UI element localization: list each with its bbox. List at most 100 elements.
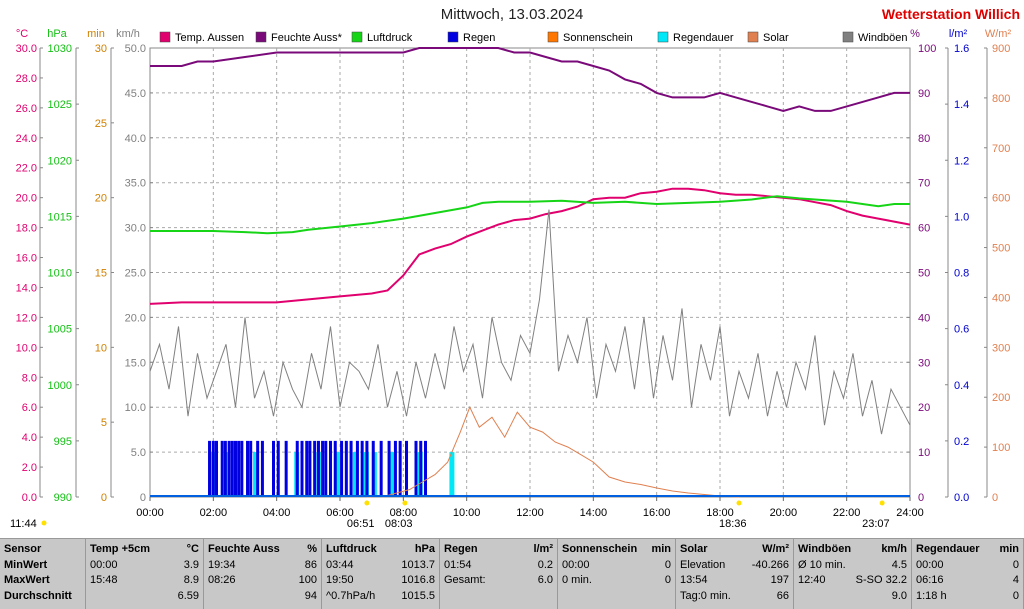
stats-column-title: Windböen <box>798 543 852 555</box>
x-axis-tick-label: 10:00 <box>453 507 481 519</box>
axis-unit-wind: km/h <box>116 28 140 40</box>
x-axis-tick-label: 24:00 <box>896 507 924 519</box>
stats-value-max: 12:40 S-SO 32.2 <box>798 573 907 589</box>
stats-value-avg: Gesamt: 6.0 <box>444 573 553 589</box>
stats-value-avg: 6.59 <box>90 589 199 605</box>
axis-tick-label-rain: 0.4 <box>954 380 969 392</box>
axis-tick-label-temp: 8.0 <box>22 372 37 384</box>
rain-bar <box>313 440 317 497</box>
stats-value-avg: Tag:0 min. 66 <box>680 589 789 605</box>
legend-label: Temp. Aussen <box>175 32 244 44</box>
stats-column-unit: °C <box>186 543 199 555</box>
sun-marker-dot <box>364 500 370 506</box>
stats-column-header: Sonnenschein min <box>562 542 671 558</box>
left-time-marker: 11:44 <box>10 518 37 530</box>
axis-tick-label-humidity: 80 <box>918 133 930 145</box>
axis-tick-label-wind: 35.0 <box>125 178 146 190</box>
axis-tick-label-minutes: 15 <box>95 268 107 280</box>
stats-avg-label: Durchschnitt <box>4 589 72 602</box>
stats-value: 6.0 <box>537 574 553 586</box>
x-axis-tick-label: 02:00 <box>200 507 228 519</box>
rain-bar <box>256 440 260 497</box>
x-axis-tick-label: 16:00 <box>643 507 671 519</box>
stats-value: 1015.5 <box>401 589 435 602</box>
axis-tick-label-temp: 30.0 <box>16 43 37 55</box>
axis-tick-label-wind: 40.0 <box>125 133 146 145</box>
axis-tick-label-pressure: 995 <box>54 436 72 448</box>
axis-tick-label-solar: 400 <box>992 292 1010 304</box>
rain-bar <box>419 440 423 497</box>
legend-label: Regen <box>463 32 495 44</box>
x-axis-tick-label: 20:00 <box>770 507 798 519</box>
axis-tick-label-rain: 1.4 <box>954 99 969 111</box>
axis-tick-label-wind: 50.0 <box>125 43 146 55</box>
legend-swatch <box>351 31 363 43</box>
axis-tick-label-solar: 800 <box>992 93 1010 105</box>
rain-bar <box>305 440 309 497</box>
stats-value-min: 00:00 0 <box>916 558 1019 574</box>
stats-column-unit: km/h <box>881 543 907 555</box>
axis-tick-label-pressure: 990 <box>54 492 72 504</box>
rain-bar <box>249 440 253 497</box>
stats-column-title: Sonnenschein <box>562 543 638 555</box>
axis-unit-minutes: min <box>87 28 105 40</box>
stats-value: 6.59 <box>177 589 199 602</box>
axis-tick-label-humidity: 10 <box>918 447 930 459</box>
stats-value-min: 00:00 3.9 <box>90 558 199 574</box>
stats-value-max: 06:16 4 <box>916 573 1019 589</box>
stats-value-label: 19:50 <box>326 574 354 586</box>
axis-unit-pressure: hPa <box>47 28 67 40</box>
rain-bar <box>398 440 402 497</box>
stats-value: 0 <box>1012 589 1019 602</box>
stats-value-max: 01:54 0.2 <box>444 558 553 574</box>
axis-tick-label-temp: 4.0 <box>22 432 37 444</box>
stats-value-avg: 0 min. 0 <box>562 573 671 589</box>
axis-tick-label-wind: 25.0 <box>125 268 146 280</box>
axis-tick-label-pressure: 1005 <box>48 324 72 336</box>
stats-value: 100 <box>298 574 317 586</box>
sun-marker-dot <box>402 500 408 506</box>
rain-bar <box>272 440 275 497</box>
axis-tick-label-humidity: 70 <box>918 178 930 190</box>
stats-value-label: 1:18 h <box>916 589 947 602</box>
legend-label: Regendauer <box>673 32 734 44</box>
rain-bar <box>387 440 391 497</box>
stats-value: 66 <box>776 589 789 602</box>
stats-value-label: 12:40 <box>798 574 826 586</box>
stats-column: Regendauer min 00:00 0 06:16 4 1:18 h 0 <box>912 539 1024 609</box>
axis-tick-label-pressure: 1030 <box>48 43 72 55</box>
stats-column: Sonnenschein min 00:00 0 0 min. 0 <box>558 539 676 609</box>
stats-value: 0.2 <box>537 558 553 571</box>
legend-swatch <box>547 31 559 43</box>
sun-marker-dot <box>879 500 885 506</box>
stats-value-avg: 1:18 h 0 <box>916 589 1019 605</box>
legend-label: Sonnenschein <box>563 32 633 44</box>
axis-tick-label-temp: 22.0 <box>16 163 37 175</box>
rain-bar <box>220 440 224 497</box>
axis-unit-rain: l/m² <box>949 28 968 40</box>
stats-column-title: Regendauer <box>916 543 980 555</box>
rain-bar <box>424 440 427 497</box>
stats-value-label: 15:48 <box>90 574 118 586</box>
sun-marker-label: 23:07 <box>862 518 890 530</box>
axis-tick-label-solar: 300 <box>992 342 1010 354</box>
stats-column-title: Luftdruck <box>326 543 377 555</box>
axis-tick-label-rain: 1.6 <box>954 43 969 55</box>
stats-value-max: 13:54 197 <box>680 573 789 589</box>
rain-bar <box>215 440 218 497</box>
rain-bar <box>333 440 337 497</box>
stats-column-title: Feuchte Auss <box>208 543 280 555</box>
legend-label: Luftdruck <box>367 32 413 44</box>
rain-bar <box>316 440 320 497</box>
stats-column-unit: hPa <box>414 543 435 555</box>
stats-column-header: Regendauer min <box>916 542 1019 558</box>
stats-value: 1013.7 <box>401 558 435 571</box>
axis-tick-label-solar: 600 <box>992 193 1010 205</box>
axis-tick-label-solar: 0 <box>992 492 998 504</box>
rain-bar <box>300 440 304 497</box>
stats-value-label: 0 min. <box>562 574 592 586</box>
stats-column: Windböen km/h Ø 10 min. 4.5 12:40 S-SO 32.2 9.… <box>794 539 912 609</box>
stats-value: 1016.8 <box>401 574 435 586</box>
stats-column-unit: l/m² <box>533 543 553 555</box>
axis-tick-label-temp: 24.0 <box>16 133 37 145</box>
